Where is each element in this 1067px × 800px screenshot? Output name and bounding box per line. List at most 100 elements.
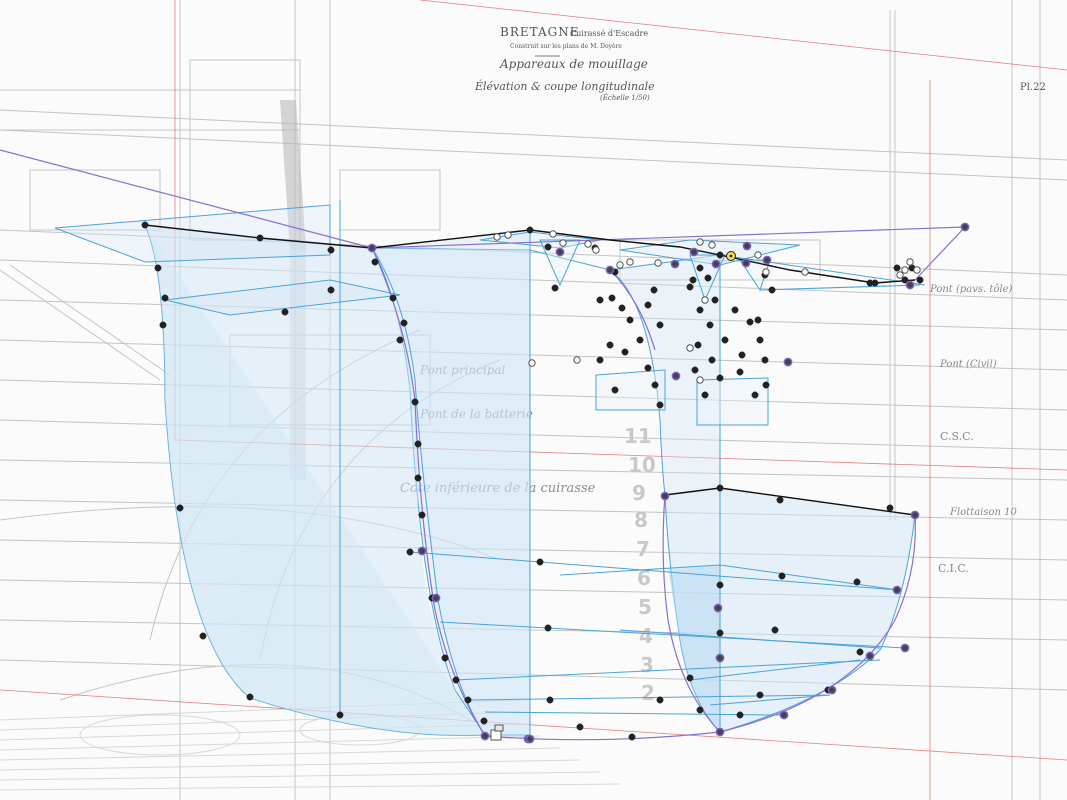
control-point-open[interactable] <box>654 259 662 267</box>
control-point[interactable] <box>396 336 404 344</box>
control-point[interactable] <box>246 693 254 701</box>
control-point[interactable] <box>716 374 724 382</box>
control-point-open[interactable] <box>913 266 921 274</box>
control-point[interactable] <box>418 511 426 519</box>
control-point-open[interactable] <box>696 376 704 384</box>
control-point[interactable] <box>696 264 704 272</box>
control-point[interactable] <box>696 306 704 314</box>
control-point-open[interactable] <box>801 268 809 276</box>
control-point[interactable] <box>546 696 554 704</box>
control-point[interactable] <box>199 632 207 640</box>
control-point[interactable] <box>856 648 864 656</box>
control-point[interactable] <box>701 391 709 399</box>
control-point[interactable] <box>731 306 739 314</box>
control-point[interactable] <box>414 440 422 448</box>
control-point-open[interactable] <box>626 258 634 266</box>
control-point[interactable] <box>650 286 658 294</box>
control-point-open[interactable] <box>493 233 501 241</box>
control-point-outlined[interactable] <box>741 258 751 268</box>
control-point[interactable] <box>746 318 754 326</box>
control-point-outlined[interactable] <box>431 593 441 603</box>
control-point[interactable] <box>452 676 460 684</box>
control-point-open[interactable] <box>686 344 694 352</box>
control-point[interactable] <box>644 301 652 309</box>
control-point[interactable] <box>644 364 652 372</box>
control-point[interactable] <box>716 484 724 492</box>
control-point[interactable] <box>608 294 616 302</box>
control-point[interactable] <box>751 391 759 399</box>
control-point[interactable] <box>327 246 335 254</box>
control-point[interactable] <box>154 264 162 272</box>
control-point[interactable] <box>776 496 784 504</box>
control-point[interactable] <box>768 286 776 294</box>
cad-viewport[interactable]: BRETAGNE Cuirassé d'Escadre Construit su… <box>0 0 1067 800</box>
control-point-outlined[interactable] <box>671 371 681 381</box>
control-point-open[interactable] <box>616 261 624 269</box>
control-point[interactable] <box>256 234 264 242</box>
control-point[interactable] <box>551 284 559 292</box>
control-point[interactable] <box>711 296 719 304</box>
control-point-outlined[interactable] <box>910 510 920 520</box>
control-point[interactable] <box>389 294 397 302</box>
control-point[interactable] <box>696 706 704 714</box>
control-point[interactable] <box>464 696 472 704</box>
control-point-outlined[interactable] <box>783 357 793 367</box>
control-point-outlined[interactable] <box>713 603 723 613</box>
control-point[interactable] <box>886 504 894 512</box>
control-point[interactable] <box>176 504 184 512</box>
control-point[interactable] <box>611 386 619 394</box>
control-point-open[interactable] <box>762 268 770 276</box>
control-point[interactable] <box>761 356 769 364</box>
control-point[interactable] <box>771 626 779 634</box>
control-point[interactable] <box>686 283 694 291</box>
control-point[interactable] <box>686 674 694 682</box>
control-point[interactable] <box>691 366 699 374</box>
control-point[interactable] <box>281 308 289 316</box>
control-point-open[interactable] <box>573 356 581 364</box>
control-point-open[interactable] <box>708 241 716 249</box>
control-point-outlined[interactable] <box>605 265 615 275</box>
control-point[interactable] <box>716 251 724 259</box>
control-point-open[interactable] <box>528 359 536 367</box>
control-point[interactable] <box>544 243 552 251</box>
control-point-outlined[interactable] <box>670 259 680 269</box>
control-point-outlined[interactable] <box>742 241 752 251</box>
control-point-outlined[interactable] <box>900 643 910 653</box>
control-point[interactable] <box>916 276 924 284</box>
control-point-outlined[interactable] <box>417 546 427 556</box>
drawing-canvas[interactable]: BRETAGNE Cuirassé d'Escadre Construit su… <box>0 0 1067 800</box>
control-point-outlined[interactable] <box>779 710 789 720</box>
control-point-outlined[interactable] <box>892 585 902 595</box>
control-point-open[interactable] <box>584 240 592 248</box>
control-point[interactable] <box>636 336 644 344</box>
control-point[interactable] <box>738 351 746 359</box>
control-point[interactable] <box>762 381 770 389</box>
control-point[interactable] <box>400 319 408 327</box>
control-point[interactable] <box>161 294 169 302</box>
control-point[interactable] <box>544 624 552 632</box>
control-point-outlined[interactable] <box>525 734 535 744</box>
control-point-outlined[interactable] <box>715 727 725 737</box>
control-point-outlined[interactable] <box>555 247 565 257</box>
control-point[interactable] <box>159 321 167 329</box>
control-point-outlined[interactable] <box>905 280 915 290</box>
control-point[interactable] <box>708 356 716 364</box>
control-point-open[interactable] <box>559 239 567 247</box>
control-point[interactable] <box>411 398 419 406</box>
control-point-outlined[interactable] <box>865 651 875 661</box>
control-point[interactable] <box>606 341 614 349</box>
control-point-outlined[interactable] <box>480 731 490 741</box>
control-point[interactable] <box>141 221 149 229</box>
control-point[interactable] <box>618 304 626 312</box>
control-point[interactable] <box>327 286 335 294</box>
control-point[interactable] <box>756 336 764 344</box>
control-point[interactable] <box>526 226 534 234</box>
control-point-outlined[interactable] <box>827 685 837 695</box>
control-point[interactable] <box>736 368 744 376</box>
control-point-outlined[interactable] <box>715 653 725 663</box>
control-point[interactable] <box>704 274 712 282</box>
control-point-open[interactable] <box>754 251 762 259</box>
control-point[interactable] <box>656 401 664 409</box>
control-point-outlined[interactable] <box>960 222 970 232</box>
control-point-open[interactable] <box>592 246 600 254</box>
